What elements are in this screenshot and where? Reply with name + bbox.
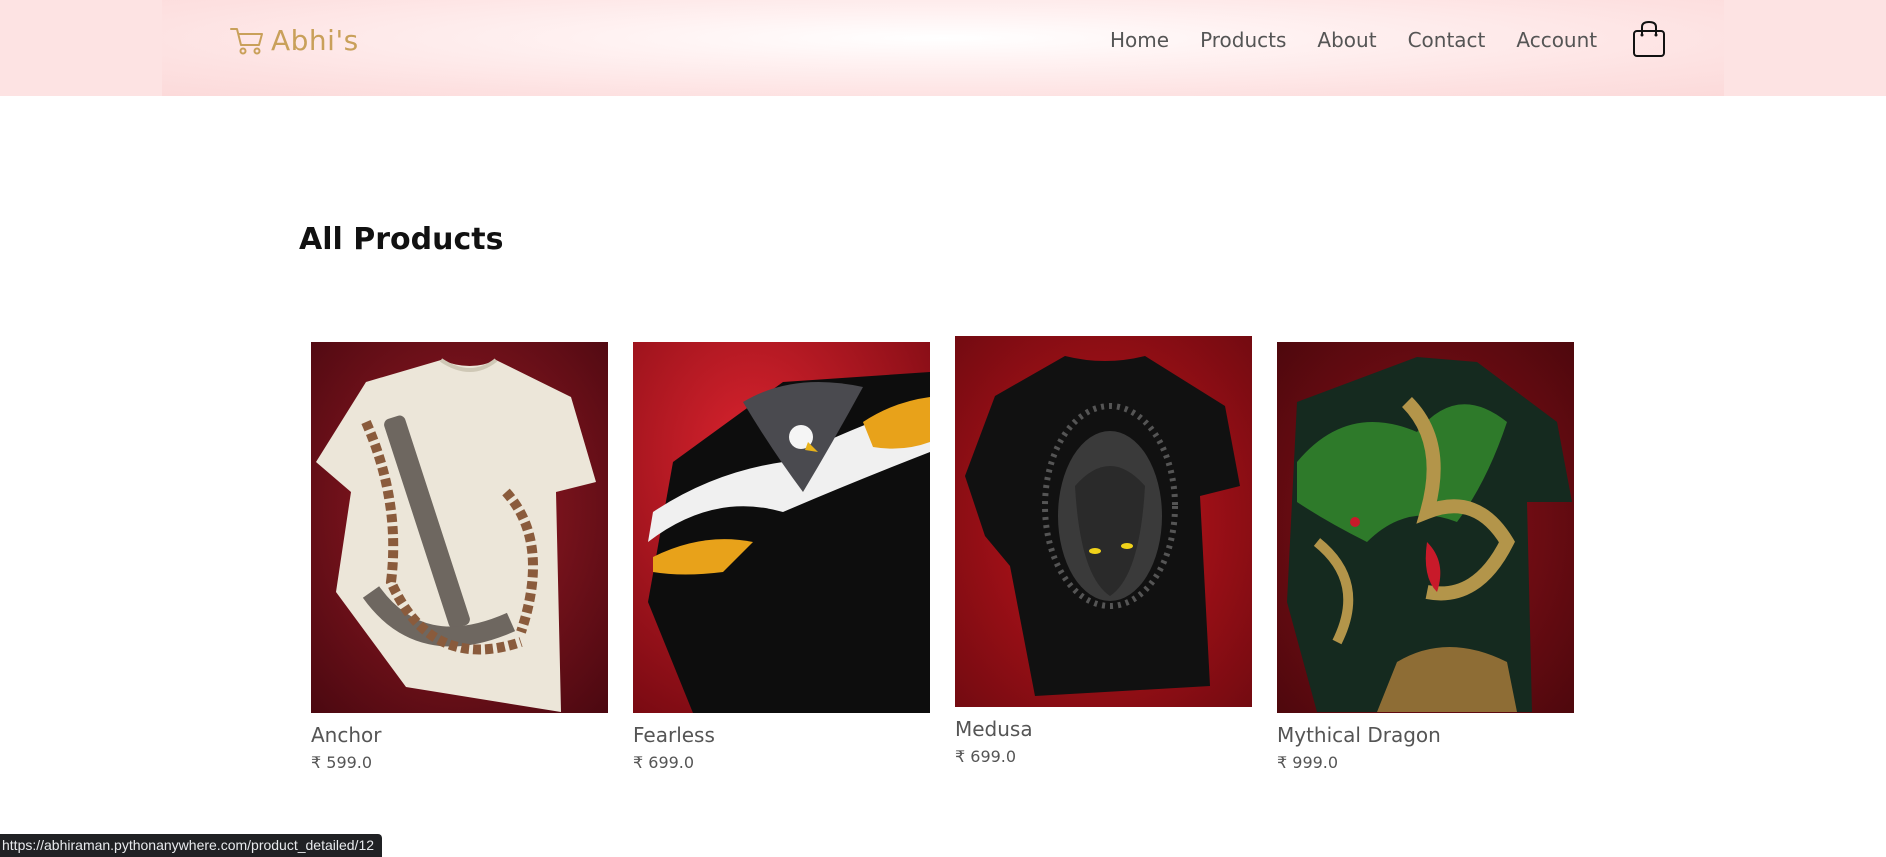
product-image-mythical-dragon[interactable] xyxy=(1277,342,1574,713)
product-card[interactable]: Fearless ₹ 699.0 xyxy=(633,342,930,772)
product-card[interactable]: Anchor ₹ 599.0 xyxy=(311,342,608,772)
page-title: All Products xyxy=(299,222,504,257)
logo-text: Abhi's xyxy=(271,23,359,57)
shopping-bag-icon[interactable] xyxy=(1632,20,1666,58)
product-name[interactable]: Anchor xyxy=(311,723,608,747)
product-card[interactable]: Medusa ₹ 699.0 xyxy=(955,336,1252,766)
product-image-anchor[interactable] xyxy=(311,342,608,713)
nav-account[interactable]: Account xyxy=(1516,28,1597,52)
product-image-fearless[interactable] xyxy=(633,342,930,713)
product-image-medusa[interactable] xyxy=(955,336,1252,707)
product-price: ₹ 999.0 xyxy=(1277,753,1339,772)
product-price: ₹ 599.0 xyxy=(311,753,373,772)
shopping-cart-icon xyxy=(230,28,263,55)
product-price: ₹ 699.0 xyxy=(633,753,695,772)
product-name[interactable]: Fearless xyxy=(633,723,930,747)
nav-about[interactable]: About xyxy=(1317,28,1376,52)
product-name[interactable]: Mythical Dragon xyxy=(1277,723,1574,747)
nav-products[interactable]: Products xyxy=(1200,28,1286,52)
main-nav: Home Products About Contact Account xyxy=(1110,28,1628,52)
product-card[interactable]: Mythical Dragon ₹ 999.0 xyxy=(1277,342,1574,772)
nav-home[interactable]: Home xyxy=(1110,28,1169,52)
logo-link[interactable]: Abhi's xyxy=(229,20,359,60)
nav-contact[interactable]: Contact xyxy=(1408,28,1486,52)
status-url: https://abhiraman.pythonanywhere.com/pro… xyxy=(2,837,375,853)
product-price: ₹ 699.0 xyxy=(955,747,1017,766)
browser-status-bar: https://abhiraman.pythonanywhere.com/pro… xyxy=(0,834,383,857)
product-name[interactable]: Medusa xyxy=(955,717,1252,741)
